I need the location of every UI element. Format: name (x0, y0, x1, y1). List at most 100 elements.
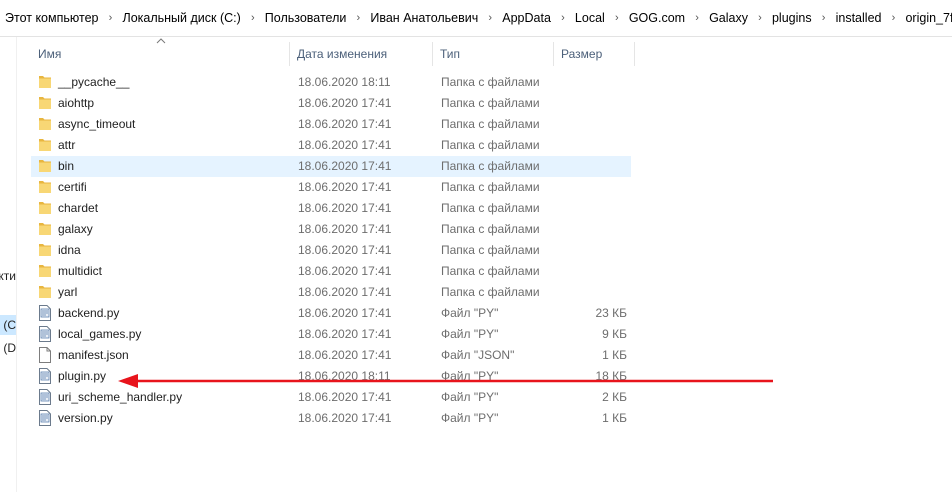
file-name: certifi (58, 180, 87, 194)
breadcrumb-item[interactable]: AppData (501, 11, 552, 25)
file-name: idna (58, 243, 81, 257)
breadcrumb-chevron-right-icon[interactable]: › (813, 12, 835, 24)
breadcrumb-item[interactable]: installed (835, 11, 883, 25)
file-row[interactable]: bin 18.06.2020 17:41 Папка с файлами (31, 156, 631, 177)
folder-icon (38, 221, 52, 237)
file-name: manifest.json (58, 348, 129, 362)
file-date: 18.06.2020 17:41 (298, 327, 392, 341)
file-row[interactable]: uri_scheme_handler.py 18.06.2020 17:41 Фай… (31, 387, 631, 408)
breadcrumb-chevron-right-icon[interactable]: › (606, 12, 628, 24)
column-header-type[interactable]: Тип (433, 42, 554, 66)
file-size: 1 КБ (602, 348, 627, 362)
breadcrumb-chevron-right-icon[interactable]: › (552, 12, 574, 24)
file-date: 18.06.2020 17:41 (298, 96, 392, 110)
file-type: Файл "JSON" (441, 348, 515, 362)
breadcrumb-chevron-right-icon[interactable]: › (882, 12, 904, 24)
file-type: Папка с файлами (441, 159, 540, 173)
file-row[interactable]: local_games.py 18.06.2020 17:41 Файл "PY" 9… (31, 324, 631, 345)
file-row[interactable]: chardet 18.06.2020 17:41 Папка с файлами (31, 198, 631, 219)
breadcrumb-item[interactable]: Galaxy (708, 11, 749, 25)
file-size: 2 КБ (602, 390, 627, 404)
column-header-date[interactable]: Дата изменения (290, 42, 433, 66)
folder-icon (38, 200, 52, 216)
file-type: Файл "PY" (441, 327, 499, 341)
breadcrumb-item[interactable]: plugins (771, 11, 813, 25)
file-row[interactable]: backend.py 18.06.2020 17:41 Файл "PY" 23 КБ (31, 303, 631, 324)
breadcrumb-item[interactable]: Локальный диск (C:) (121, 11, 241, 25)
folder-icon (38, 263, 52, 279)
file-name: aiohttp (58, 96, 95, 110)
file-row[interactable]: aiohttp 18.06.2020 17:41 Папка с файлами (31, 93, 631, 114)
file-type: Файл "PY" (441, 369, 499, 383)
address-bar[interactable]: Этот компьютер › Локальный диск (C:) › Польз… (0, 0, 952, 37)
nav-item-label: к (С (0, 318, 16, 332)
file-type: Папка с файлами (441, 180, 540, 194)
file-row[interactable]: yarl 18.06.2020 17:41 Папка с файлами (31, 282, 631, 303)
file-date: 18.06.2020 17:41 (298, 222, 392, 236)
breadcrumb-item[interactable]: GOG.com (628, 11, 686, 25)
breadcrumb-item[interactable]: Local (574, 11, 606, 25)
breadcrumb-chevron-right-icon[interactable]: › (99, 12, 121, 24)
file-row[interactable]: manifest.json 18.06.2020 17:41 Файл "JSON"… (31, 345, 631, 366)
file-type: Файл "PY" (441, 411, 499, 425)
folder-icon (38, 284, 52, 300)
column-header-name[interactable]: Имя (31, 42, 290, 66)
file-name: multidict (58, 264, 103, 278)
file-type: Файл "PY" (441, 390, 499, 404)
file-date: 18.06.2020 17:41 (298, 411, 392, 425)
nav-item-drive-c[interactable]: к (С (0, 315, 16, 335)
file-type: Папка с файлами (441, 117, 540, 131)
file-row[interactable]: certifi 18.06.2020 17:41 Папка с файлами (31, 177, 631, 198)
file-date: 18.06.2020 17:41 (298, 138, 392, 152)
file-date: 18.06.2020 17:41 (298, 348, 392, 362)
file-type: Файл "PY" (441, 306, 499, 320)
breadcrumb-chevron-right-icon[interactable]: › (347, 12, 369, 24)
file-name: bin (58, 159, 75, 173)
file-row[interactable]: multidict 18.06.2020 17:41 Папка с файлами (31, 261, 631, 282)
nav-item-label: к (D (0, 341, 16, 355)
file-type: Папка с файлами (441, 96, 540, 110)
breadcrumb-chevron-right-icon[interactable]: › (749, 12, 771, 24)
file-name: __pycache__ (58, 75, 130, 89)
breadcrumb-item[interactable]: Этот компьютер (4, 11, 99, 25)
file-row[interactable]: galaxy 18.06.2020 17:41 Папка с файлами (31, 219, 631, 240)
file-date: 18.06.2020 18:11 (298, 369, 391, 383)
file-row[interactable]: async_timeout 18.06.2020 17:41 Папка с фай… (31, 114, 631, 135)
breadcrumb-item[interactable]: origin_7f53219b- (904, 11, 952, 25)
navigation-pane: екти к (С к (D (0, 37, 17, 492)
file-name: galaxy (58, 222, 93, 236)
breadcrumb-item[interactable]: Иван Анатольевич (369, 11, 479, 25)
folder-icon (38, 137, 52, 153)
breadcrumb-item[interactable]: Пользователи (264, 11, 348, 25)
breadcrumb: Этот компьютер › Локальный диск (C:) › Польз… (4, 0, 952, 36)
file-size: 9 КБ (602, 327, 627, 341)
column-header-name-label: Имя (38, 47, 62, 61)
file-date: 18.06.2020 17:41 (298, 264, 392, 278)
folder-icon (38, 158, 52, 174)
file-date: 18.06.2020 17:41 (298, 306, 392, 320)
breadcrumb-chevron-right-icon[interactable]: › (686, 12, 708, 24)
nav-item-this-pc[interactable]: екти (0, 266, 16, 286)
column-divider[interactable] (634, 42, 635, 66)
nav-item-drive-d[interactable]: к (D (0, 338, 16, 358)
breadcrumb-chevron-right-icon[interactable]: › (479, 12, 501, 24)
file-date: 18.06.2020 17:41 (298, 117, 392, 131)
file-row[interactable]: __pycache__ 18.06.2020 18:11 Папка с файла… (31, 72, 631, 93)
file-name: version.py (58, 411, 113, 425)
file-row[interactable]: attr 18.06.2020 17:41 Папка с файлами (31, 135, 631, 156)
python-file-icon (38, 368, 52, 384)
file-date: 18.06.2020 18:11 (298, 75, 391, 89)
file-name: yarl (58, 285, 78, 299)
folder-icon (38, 74, 52, 90)
breadcrumb-chevron-right-icon[interactable]: › (242, 12, 264, 24)
file-name: backend.py (58, 306, 120, 320)
file-type: Папка с файлами (441, 243, 540, 257)
file-row[interactable]: version.py 18.06.2020 17:41 Файл "PY" 1 КБ (31, 408, 631, 429)
file-row[interactable]: plugin.py 18.06.2020 18:11 Файл "PY" 18 КБ (31, 366, 631, 387)
python-file-icon (38, 326, 52, 342)
column-header-size[interactable]: Размер (554, 42, 635, 66)
python-file-icon (38, 305, 52, 321)
file-row[interactable]: idna 18.06.2020 17:41 Папка с файлами (31, 240, 631, 261)
file-date: 18.06.2020 17:41 (298, 243, 392, 257)
python-file-icon (38, 389, 52, 405)
